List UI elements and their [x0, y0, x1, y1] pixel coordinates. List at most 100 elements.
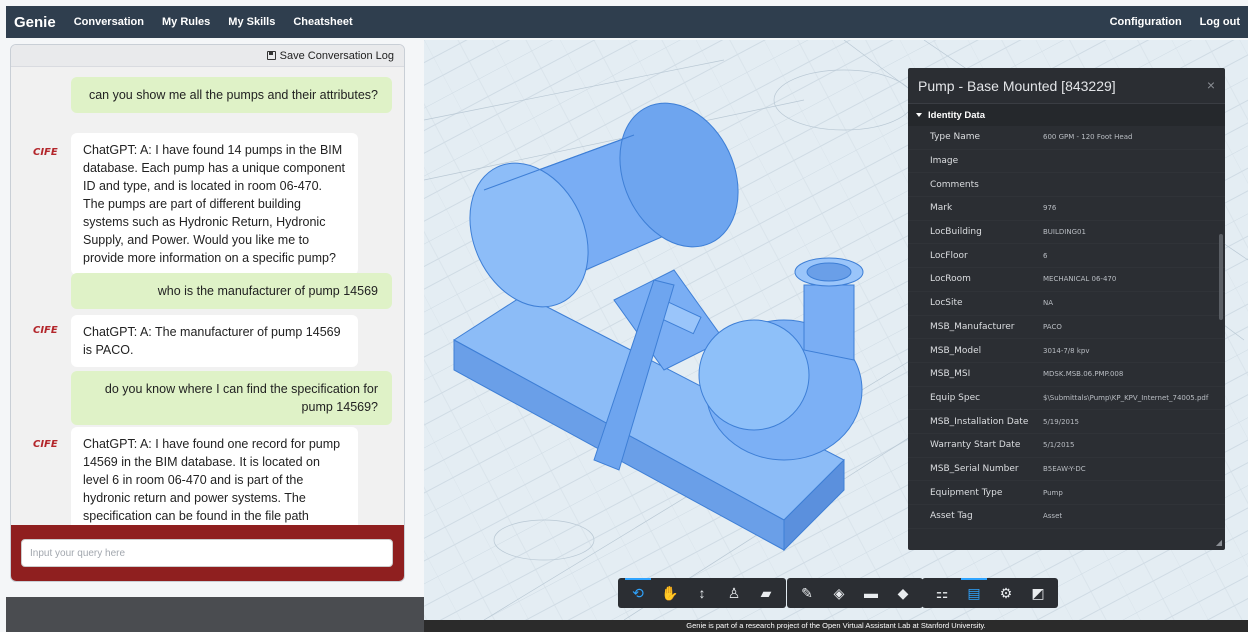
property-name: MSB_Model: [930, 345, 982, 356]
zoom-icon[interactable]: ↕: [689, 580, 715, 606]
property-name: Warranty Start Date: [930, 440, 1021, 451]
property-row: MSB_Serial Number B5EAW-Y-DC: [908, 458, 1225, 482]
cube-icon[interactable]: ◆: [890, 580, 916, 606]
property-name: MSB_Serial Number: [930, 463, 1019, 474]
chat-input-bar: [11, 525, 404, 581]
property-name: LocFloor: [930, 250, 968, 261]
settings-icon[interactable]: ⚙: [993, 580, 1019, 606]
nav-configuration[interactable]: Configuration: [1110, 16, 1182, 28]
property-value: 5/1/2015: [1043, 441, 1075, 450]
property-name: MSB_MSI: [930, 369, 971, 380]
property-name: LocBuilding: [930, 227, 982, 238]
property-value: 976: [1043, 204, 1057, 213]
identity-data-section[interactable]: Identity Data: [908, 104, 1225, 126]
property-name: LocSite: [930, 298, 963, 309]
toolbar-group: ✎ ◈ ▬ ◆: [787, 578, 923, 608]
property-name: Comments: [930, 179, 979, 190]
nav-right-group: Configuration Log out: [1092, 16, 1240, 28]
nav-my-rules[interactable]: My Rules: [162, 16, 210, 28]
property-name: MSB_Manufacturer: [930, 321, 1015, 332]
property-value: MDSK.MSB.06.PMP.008: [1043, 370, 1124, 379]
property-value: PACO: [1043, 322, 1062, 331]
property-row: LocBuilding BUILDING01: [908, 221, 1225, 245]
property-value: B5EAW-Y-DC: [1043, 464, 1086, 473]
property-row: LocFloor 6: [908, 244, 1225, 269]
nav-logout[interactable]: Log out: [1200, 16, 1240, 28]
property-row: Warranty Start Date 5/1/2015: [908, 434, 1225, 458]
property-row: Type Name 600 GPM - 120 Foot Head: [908, 126, 1225, 150]
properties-title: Pump - Base Mounted [843229]: [908, 68, 1225, 104]
user-message: can you show me all the pumps and their …: [71, 77, 392, 113]
property-row: Comments: [908, 173, 1225, 198]
property-name: MSB_Installation Date: [930, 416, 1029, 427]
property-name: Image: [930, 156, 959, 167]
camera-icon[interactable]: ▰: [753, 580, 779, 606]
left-bottom-strip: [6, 597, 424, 632]
resize-grip-icon[interactable]: ◢: [1216, 538, 1222, 547]
property-row: MSB_Model 3014-7/8 kpv: [908, 339, 1225, 363]
explode-icon[interactable]: ▬: [858, 580, 884, 606]
property-name: Equipment Type: [930, 487, 1003, 498]
property-name: Type Name: [930, 132, 981, 143]
model-viewer[interactable]: Pump - Base Mounted [843229] × Identity …: [424, 40, 1248, 620]
user-message: do you know where I can find the specifi…: [71, 371, 392, 425]
chat-panel: Save Conversation Log can you show me al…: [10, 44, 405, 582]
footer-text: Genie is part of a research project of t…: [424, 620, 1248, 632]
property-name: Mark: [930, 203, 953, 214]
close-icon[interactable]: ×: [1207, 77, 1215, 93]
model-browser-icon[interactable]: ⚏: [929, 580, 955, 606]
property-value: 6: [1043, 251, 1048, 260]
property-value: BUILDING01: [1043, 228, 1086, 237]
message-list[interactable]: can you show me all the pumps and their …: [11, 67, 404, 525]
toolbar-group: ⟲ ✋ ↕ ♙ ▰: [618, 578, 786, 608]
section-icon[interactable]: ◈: [826, 580, 852, 606]
pan-hand-icon[interactable]: ✋: [657, 580, 683, 606]
nav-my-skills[interactable]: My Skills: [228, 16, 275, 28]
first-person-icon[interactable]: ♙: [721, 580, 747, 606]
nav-conversation[interactable]: Conversation: [74, 16, 144, 28]
property-value: MECHANICAL 06-470: [1043, 275, 1117, 284]
toolbar-group: ⚏ ▤ ⚙ ◩: [922, 578, 1058, 608]
cife-logo-icon: CIFE: [33, 439, 58, 450]
property-value: 600 GPM - 120 Foot Head: [1043, 133, 1133, 142]
properties-scrollbar[interactable]: [1219, 234, 1223, 320]
property-row: Mark 976: [908, 197, 1225, 221]
property-list: Type Name 600 GPM - 120 Foot Head Image Com…: [908, 126, 1225, 529]
property-row: Equip Spec $\Submittals\Pump\KP_KPV_Inter…: [908, 387, 1225, 411]
bot-message: ChatGPT: A: I have found one record for …: [71, 427, 358, 525]
property-value: 5/19/2015: [1043, 417, 1079, 426]
property-name: Asset Tag: [930, 511, 973, 522]
property-row: Image: [908, 150, 1225, 174]
property-row: MSB_MSI MDSK.MSB.06.PMP.008: [908, 363, 1225, 387]
properties-icon[interactable]: ▤: [961, 578, 987, 606]
property-value: 3014-7/8 kpv: [1043, 346, 1090, 355]
property-value: Asset: [1043, 512, 1063, 521]
brand-logo[interactable]: Genie: [14, 14, 56, 31]
nav-cheatsheet[interactable]: Cheatsheet: [293, 16, 352, 28]
orbit-icon[interactable]: ⟲: [625, 578, 651, 606]
property-row: Asset Tag Asset: [908, 505, 1225, 529]
property-name: Equip Spec: [930, 392, 981, 403]
section-label: Identity Data: [928, 109, 986, 121]
properties-panel[interactable]: Pump - Base Mounted [843229] × Identity …: [908, 68, 1225, 550]
top-navbar: Genie Conversation My Rules My Skills Ch…: [6, 6, 1248, 38]
measure-icon[interactable]: ✎: [794, 580, 820, 606]
floppy-disk-icon: [266, 51, 276, 60]
property-value: NA: [1043, 299, 1054, 308]
property-row: MSB_Installation Date 5/19/2015: [908, 410, 1225, 434]
property-value: Pump: [1043, 488, 1063, 497]
chat-header: Save Conversation Log: [11, 45, 404, 67]
bot-message: ChatGPT: A: I have found 14 pumps in the…: [71, 133, 358, 275]
property-row: LocRoom MECHANICAL 06-470: [908, 268, 1225, 292]
caret-down-icon: [916, 113, 922, 117]
property-row: MSB_Manufacturer PACO: [908, 316, 1225, 340]
bot-message: ChatGPT: A: The manufacturer of pump 145…: [71, 315, 358, 367]
property-value: $\Submittals\Pump\KP_KPV_Internet_74005.…: [1043, 393, 1209, 402]
fullscreen-icon[interactable]: ◩: [1025, 580, 1051, 606]
property-name: LocRoom: [930, 274, 971, 285]
save-conversation-log-button[interactable]: Save Conversation Log: [266, 49, 394, 62]
save-conversation-log-label: Save Conversation Log: [279, 49, 394, 62]
query-input[interactable]: [21, 539, 393, 567]
property-row: Equipment Type Pump: [908, 481, 1225, 505]
user-message: who is the manufacturer of pump 14569: [71, 273, 392, 309]
